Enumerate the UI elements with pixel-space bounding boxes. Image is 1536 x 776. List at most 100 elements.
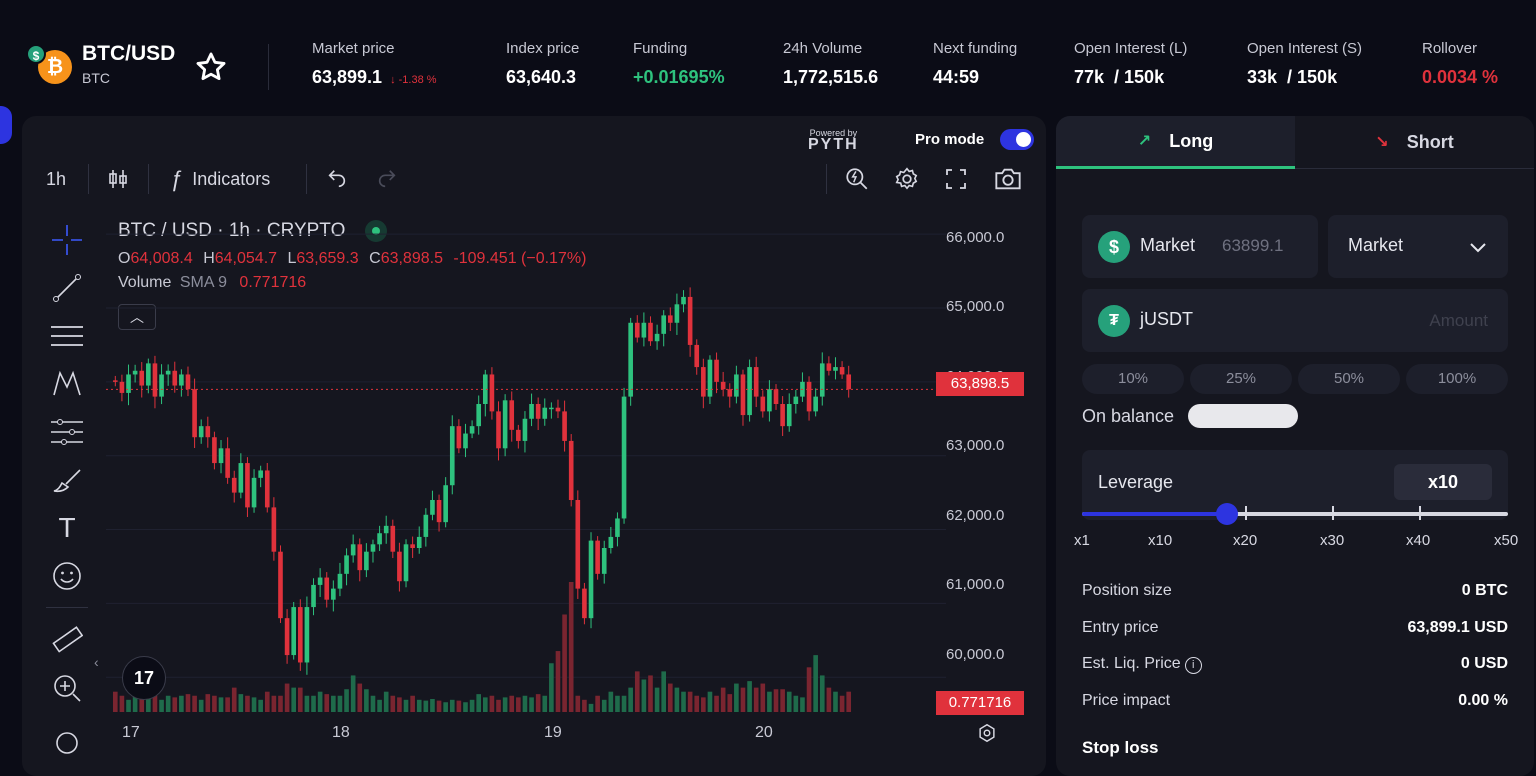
percent-10-button[interactable]: 10% [1082, 364, 1184, 394]
lightning-search-icon [846, 168, 868, 190]
volume-bar [476, 694, 482, 712]
leverage-value[interactable]: x10 [1394, 464, 1492, 500]
screenshot-button[interactable] [994, 162, 1022, 196]
forecast-tool[interactable] [46, 414, 88, 450]
undo-button[interactable] [326, 162, 348, 196]
candle-body [317, 577, 323, 585]
candle-body [529, 404, 534, 419]
candle-body [403, 544, 409, 582]
volume-bar [357, 683, 363, 712]
scroll-left-icon[interactable]: ‹ [94, 654, 99, 670]
market-header: ₿ $ BTC/USD BTC Market price 63,899.1 ↓ -… [0, 0, 1536, 144]
order-type-select[interactable]: Market [1328, 215, 1508, 278]
stop-loss-label: Stop loss [1082, 738, 1159, 757]
tab-short[interactable]: ↘ Short [1295, 116, 1534, 169]
volume-bar [397, 697, 402, 712]
pair-name[interactable]: BTC/USD [82, 42, 175, 66]
volume-bar [350, 675, 356, 712]
fullscreen-button[interactable] [944, 162, 968, 196]
volume-bar [291, 687, 297, 712]
interval-button[interactable]: 1h [46, 162, 66, 196]
pattern-tool[interactable] [46, 366, 88, 402]
candle-body [245, 463, 250, 508]
zoom-in-tool[interactable] [46, 670, 88, 706]
volume-bar [780, 689, 785, 712]
volume-bar [198, 699, 204, 712]
candle-body [747, 367, 752, 416]
pro-mode-toggle[interactable] [1000, 129, 1034, 150]
stat-open-interest-long: Open Interest (L) 77k / 150k [1074, 40, 1188, 87]
position-size-row: Position size 0 BTC [1082, 582, 1508, 599]
candle-body [383, 525, 389, 534]
volume-tag: 0.771716 [936, 691, 1024, 715]
leverage-slider-fill [1082, 512, 1226, 516]
volume-bar [846, 691, 852, 712]
candle-body [555, 407, 561, 412]
function-icon: ƒ [170, 166, 183, 191]
header-divider [268, 44, 269, 90]
smiley-icon [53, 562, 81, 590]
candle-body [760, 396, 766, 412]
settings-button[interactable] [894, 162, 920, 196]
info-icon[interactable]: i [1184, 657, 1202, 674]
measure-tool[interactable] [46, 622, 88, 658]
volume-bar [205, 694, 211, 712]
stat-index-price: Index price 63,640.3 [506, 40, 580, 87]
price-field[interactable]: $ Market 63899.1 [1082, 215, 1318, 278]
volume-bar [469, 699, 475, 712]
amount-field[interactable]: ₮ jUSDT Amount [1082, 289, 1508, 352]
candlestick-chart[interactable] [106, 212, 946, 716]
crosshair-tool[interactable] [46, 222, 88, 258]
order-panel: ↗ Long ↘ Short $ Market 63899.1 Market ₮ j… [1056, 116, 1534, 776]
volume-bar [661, 671, 667, 712]
slider-tick [1245, 506, 1247, 520]
volume-bar [231, 687, 237, 712]
side-menu-handle[interactable] [0, 106, 12, 144]
entry-price-row: Entry price 63,899.1 USD [1082, 619, 1508, 636]
tradingview-logo[interactable]: 17 [122, 656, 166, 700]
percent-25-button[interactable]: 25% [1190, 364, 1292, 394]
horizontal-lines-tool[interactable] [46, 318, 88, 354]
stat-market-price: Market price 63,899.1 ↓ -1.38 % [312, 40, 437, 87]
volume-bar [337, 695, 343, 712]
favorite-star-icon[interactable] [194, 50, 228, 84]
candle-body [159, 374, 164, 397]
chevron-down-icon [1470, 243, 1486, 253]
tab-long[interactable]: ↗ Long [1056, 116, 1295, 169]
text-tool[interactable]: T [46, 510, 88, 546]
quick-search-button[interactable] [844, 162, 870, 196]
candle-body [476, 404, 482, 427]
volume-bar [753, 687, 759, 712]
volume-bar [542, 695, 548, 712]
volume-bar [760, 683, 766, 712]
leverage-slider-handle[interactable] [1216, 503, 1238, 525]
axis-settings-button[interactable] [976, 722, 998, 749]
pair-logo: ₿ $ [26, 44, 74, 88]
volume-bar [278, 695, 283, 712]
pro-mode-label: Pro mode [915, 131, 985, 148]
candle-type-button[interactable] [106, 162, 130, 196]
tether-icon: ₮ [1098, 305, 1130, 337]
volume-bar [819, 675, 825, 712]
on-balance-label: On balance [1082, 406, 1175, 426]
candle-body [443, 485, 448, 523]
percent-100-button[interactable]: 100% [1406, 364, 1508, 394]
price-axis-label: 60,000.0 [946, 646, 1005, 663]
candle-body [436, 500, 442, 523]
candle-body [304, 607, 310, 663]
stat-funding: Funding +0.01695% [633, 40, 725, 87]
candle-body [198, 426, 204, 438]
redo-button[interactable] [376, 162, 398, 196]
leverage-slider[interactable] [1082, 503, 1508, 525]
emoji-tool[interactable] [46, 558, 88, 594]
forecast-icon [51, 419, 83, 445]
trend-line-tool[interactable] [46, 270, 88, 306]
volume-bar [159, 699, 164, 712]
percent-50-button[interactable]: 50% [1298, 364, 1400, 394]
indicators-button[interactable]: ƒ Indicators [170, 162, 270, 196]
candle-body [311, 584, 316, 608]
tools-divider [46, 607, 88, 608]
volume-bar [641, 679, 647, 712]
brush-tool[interactable] [46, 462, 88, 498]
volume-bar [390, 695, 396, 712]
